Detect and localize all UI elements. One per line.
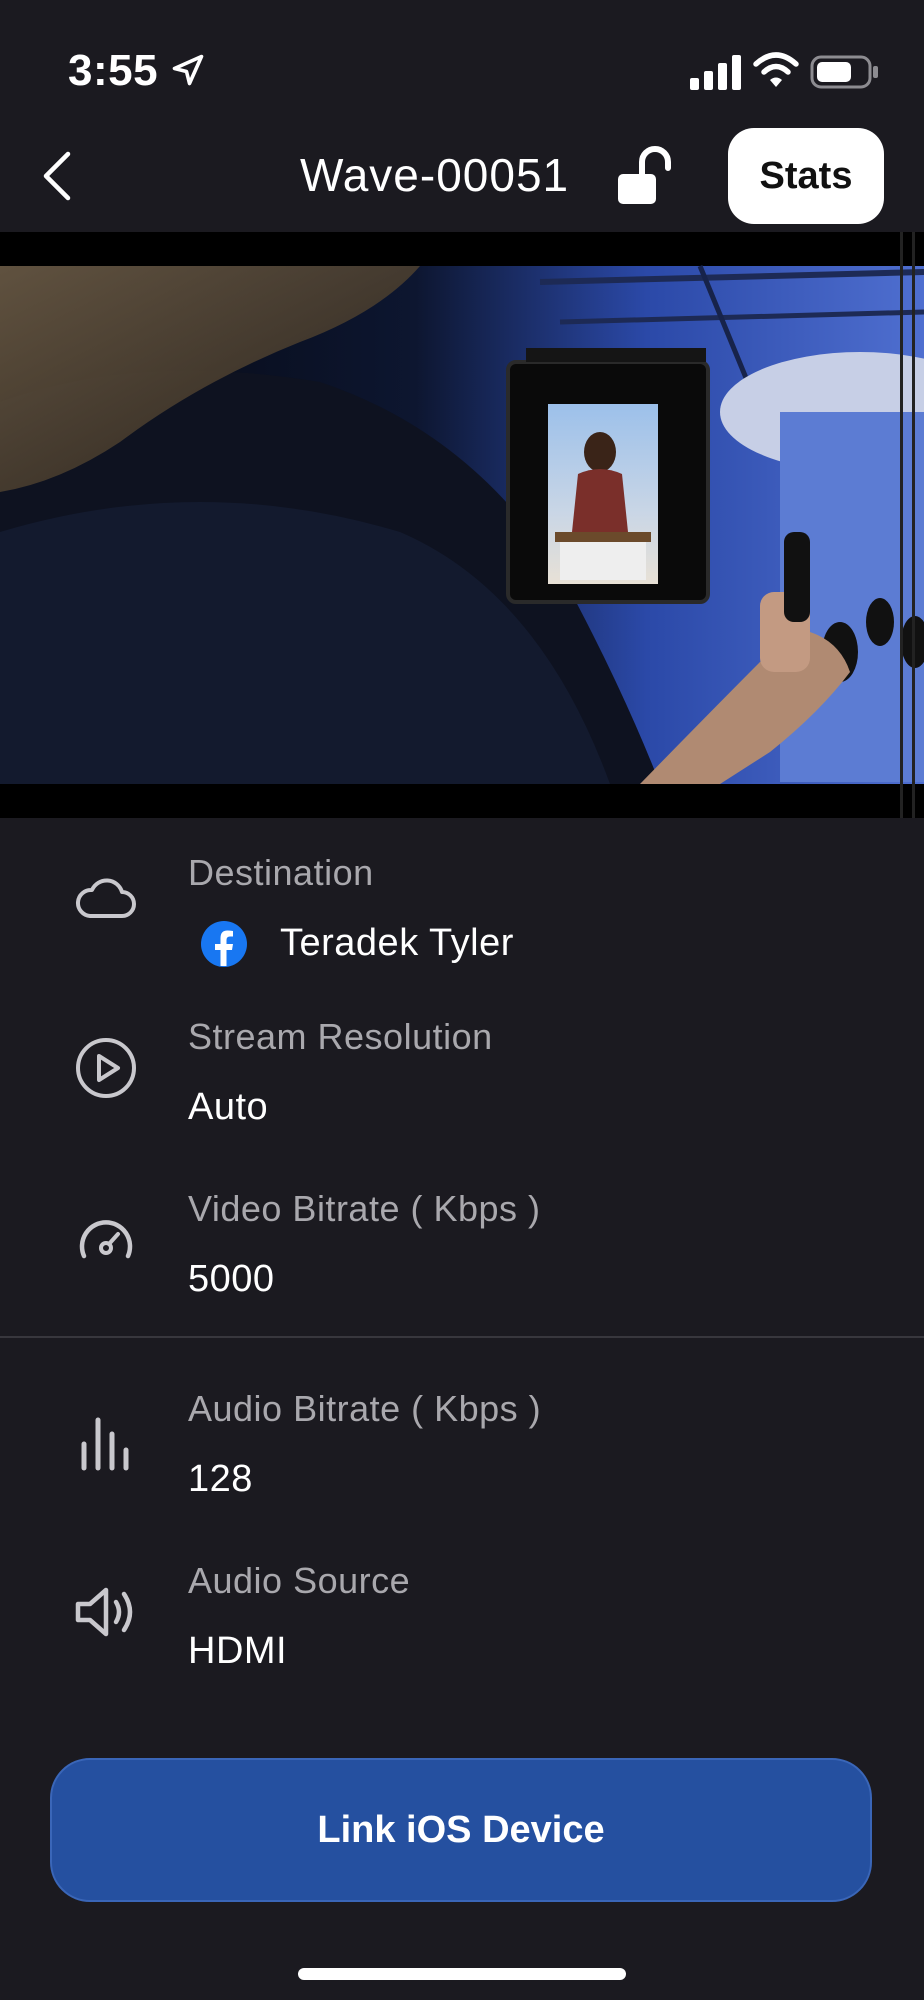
home-indicator bbox=[298, 1968, 626, 1980]
navigation-bar: Wave-00051 Stats bbox=[0, 120, 924, 232]
stats-button[interactable]: Stats bbox=[728, 128, 884, 224]
section-divider bbox=[0, 1336, 924, 1338]
video-bitrate-row[interactable]: Video Bitrate ( Kbps ) 5000 bbox=[0, 1170, 924, 1330]
audio-bitrate-row[interactable]: Audio Bitrate ( Kbps ) 128 bbox=[0, 1370, 924, 1530]
chevron-left-icon bbox=[43, 151, 71, 201]
location-arrow-icon bbox=[172, 54, 204, 86]
cellular-signal-icon bbox=[690, 55, 741, 90]
video-bitrate-label: Video Bitrate ( Kbps ) bbox=[188, 1188, 541, 1229]
audio-bars-icon bbox=[81, 1417, 129, 1471]
video-bitrate-value: 5000 bbox=[188, 1258, 275, 1300]
page-title: Wave-00051 bbox=[300, 149, 570, 201]
speedometer-icon bbox=[79, 1220, 133, 1259]
destination-row[interactable]: Destination Teradek Tyler bbox=[0, 826, 924, 986]
link-ios-device-button[interactable]: Link iOS Device bbox=[50, 1758, 872, 1902]
status-bar: 3:55 bbox=[0, 0, 924, 140]
status-time: 3:55 bbox=[68, 46, 159, 95]
facebook-icon bbox=[201, 921, 247, 967]
audio-source-row[interactable]: Audio Source HDMI bbox=[0, 1542, 924, 1702]
back-button[interactable] bbox=[30, 148, 86, 204]
play-circle-icon bbox=[76, 1038, 136, 1098]
audio-source-label: Audio Source bbox=[188, 1560, 411, 1601]
stream-resolution-value: Auto bbox=[188, 1086, 269, 1128]
stream-resolution-row[interactable]: Stream Resolution Auto bbox=[0, 998, 924, 1158]
stream-resolution-label: Stream Resolution bbox=[188, 1016, 493, 1057]
camera-feed-image bbox=[0, 232, 924, 818]
audio-bitrate-value: 128 bbox=[188, 1458, 253, 1500]
battery-icon bbox=[810, 55, 878, 89]
wifi-icon bbox=[753, 52, 799, 87]
lock-toggle-button[interactable] bbox=[612, 144, 676, 208]
audio-bitrate-label: Audio Bitrate ( Kbps ) bbox=[188, 1388, 542, 1429]
destination-label: Destination bbox=[188, 852, 374, 893]
video-preview[interactable] bbox=[0, 232, 924, 818]
audio-source-value: HDMI bbox=[188, 1630, 288, 1672]
speaker-icon bbox=[75, 1587, 133, 1637]
unlock-icon bbox=[618, 146, 671, 204]
destination-value: Teradek Tyler bbox=[280, 922, 514, 964]
cloud-icon bbox=[76, 878, 136, 918]
